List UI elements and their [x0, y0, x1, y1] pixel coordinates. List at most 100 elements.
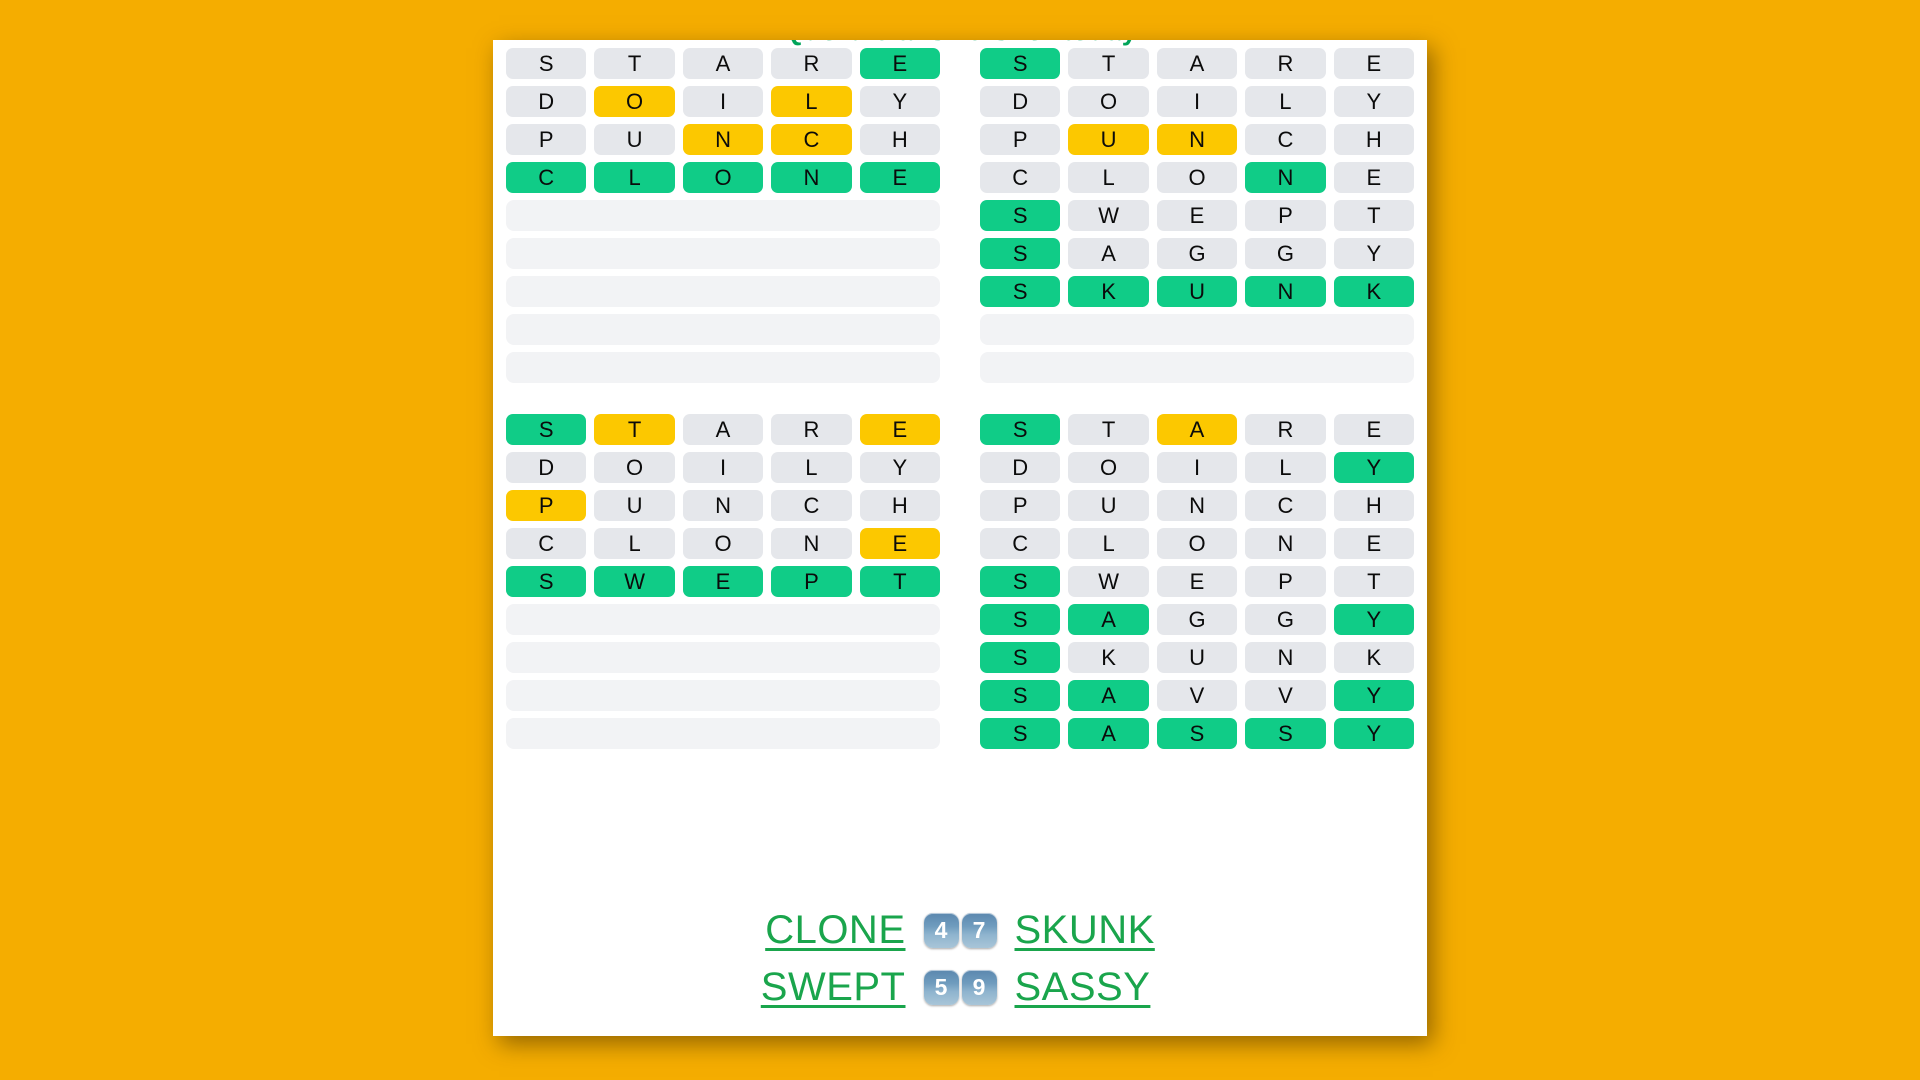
board-bottom-right: STAREDOILYPUNCHCLONESWEPTSAGGYSKUNKSAVVY… [980, 414, 1415, 756]
letter-tile-green: S [980, 718, 1061, 749]
letter-tile-grey: N [1245, 528, 1326, 559]
answer-word-link[interactable]: SASSY [1015, 965, 1205, 1010]
letter-tile-green: U [1156, 276, 1238, 307]
letter-tile-grey: E [1333, 162, 1415, 193]
number-badge: 5 [923, 970, 959, 1005]
letter-tile-grey: L [771, 452, 852, 483]
letter-tile-green: S [980, 238, 1061, 269]
guess-row: CLONE [506, 528, 941, 559]
letter-tile-grey: I [1156, 86, 1238, 117]
letter-tile-grey: D [980, 452, 1061, 483]
answer-line: CLONE 4 7 SKUNK [716, 908, 1205, 953]
letter-tile-grey: O [682, 528, 764, 559]
empty-guess-row [980, 314, 1414, 345]
letter-tile-green: T [859, 566, 941, 597]
letter-tile-green: A [1068, 718, 1149, 749]
letter-tile-grey: O [1156, 528, 1238, 559]
letter-tile-grey: A [682, 48, 764, 79]
letter-tile-green: A [1068, 604, 1149, 635]
letter-tile-yellow: E [859, 528, 941, 559]
letter-tile-grey: I [682, 86, 764, 117]
empty-guess-row [506, 680, 940, 711]
letter-tile-grey: L [1068, 162, 1149, 193]
letter-tile-grey: C [1245, 490, 1326, 521]
letter-tile-green: N [771, 162, 852, 193]
guess-row: DOILY [980, 452, 1415, 483]
letter-tile-grey: N [682, 490, 764, 521]
letter-tile-green: L [594, 162, 675, 193]
letter-tile-grey: P [506, 124, 587, 155]
letter-tile-grey: E [1333, 528, 1415, 559]
guess-row: SKUNK [980, 276, 1415, 307]
answer-word-link[interactable]: SWEPT [716, 965, 906, 1010]
letter-tile-grey: H [859, 124, 941, 155]
letter-tile-green: E [859, 162, 941, 193]
letter-tile-grey: W [1068, 566, 1149, 597]
letter-tile-grey: H [1333, 124, 1415, 155]
letter-tile-grey: S [506, 48, 587, 79]
letter-tile-grey: L [1245, 86, 1326, 117]
letter-tile-green: W [594, 566, 675, 597]
letter-tile-grey: P [1245, 200, 1326, 231]
guess-row: SWEPT [980, 200, 1415, 231]
letter-tile-green: S [980, 642, 1061, 673]
letter-tile-grey: V [1156, 680, 1238, 711]
letter-tile-green: A [1068, 680, 1149, 711]
answer-word-link[interactable]: SKUNK [1015, 908, 1205, 953]
letter-tile-grey: L [594, 528, 675, 559]
guess-row: PUNCH [506, 490, 941, 521]
letter-tile-green: S [1156, 718, 1238, 749]
guess-row: SWEPT [506, 566, 941, 597]
letter-tile-grey: C [980, 528, 1061, 559]
letter-tile-grey: G [1245, 238, 1326, 269]
letter-tile-yellow: P [506, 490, 587, 521]
guess-row: DOILY [506, 86, 941, 117]
letter-tile-yellow: T [594, 414, 675, 445]
letter-tile-green: S [506, 566, 587, 597]
letter-tile-grey: E [1333, 414, 1415, 445]
letter-tile-grey: D [506, 86, 587, 117]
quordle-boards-container: STAREDOILYPUNCHCLONESTAREDOILYPUNCHCLONE… [493, 48, 1427, 756]
letter-tile-yellow: C [771, 124, 852, 155]
letter-tile-grey: T [1333, 200, 1415, 231]
letter-tile-green: Y [1333, 718, 1415, 749]
empty-guess-row [506, 352, 940, 383]
answer-word-link[interactable]: CLONE [716, 908, 906, 953]
letter-tile-grey: R [1245, 414, 1326, 445]
letter-tile-grey: N [1245, 642, 1326, 673]
letter-tile-green: E [859, 48, 941, 79]
letter-tile-grey: N [771, 528, 852, 559]
empty-guess-row [506, 276, 940, 307]
letter-tile-green: S [506, 414, 587, 445]
guess-row: PUNCH [980, 490, 1415, 521]
page-title: Quordle answers for today [493, 40, 1427, 46]
letter-tile-grey: R [771, 48, 852, 79]
letter-tile-grey: O [1068, 86, 1149, 117]
letter-tile-grey: E [1156, 566, 1238, 597]
letter-tile-grey: W [1068, 200, 1149, 231]
letter-tile-green: N [1245, 276, 1326, 307]
letter-tile-green: K [1333, 276, 1415, 307]
letter-tile-grey: Y [1333, 238, 1415, 269]
letter-tile-yellow: U [1068, 124, 1149, 155]
guess-row: STARE [506, 414, 941, 445]
empty-guess-row [980, 352, 1414, 383]
letter-tile-grey: C [980, 162, 1061, 193]
letter-tile-grey: Y [1333, 86, 1415, 117]
letter-tile-green: Y [1333, 680, 1415, 711]
letter-tile-grey: Y [859, 86, 941, 117]
letter-tile-grey: L [1245, 452, 1326, 483]
guess-row: STARE [980, 414, 1415, 445]
letter-tile-grey: P [980, 124, 1061, 155]
letter-tile-grey: O [594, 452, 675, 483]
letter-tile-grey: K [1068, 642, 1149, 673]
letter-tile-grey: P [980, 490, 1061, 521]
guess-row: SKUNK [980, 642, 1415, 673]
board-top-left: STAREDOILYPUNCHCLONE [506, 48, 941, 390]
letter-tile-grey: C [771, 490, 852, 521]
letter-tile-grey: T [594, 48, 675, 79]
board-bottom-left: STAREDOILYPUNCHCLONESWEPT [506, 414, 941, 756]
empty-guess-row [506, 604, 940, 635]
guess-row: SAGGY [980, 238, 1415, 269]
guess-row: SASSY [980, 718, 1415, 749]
